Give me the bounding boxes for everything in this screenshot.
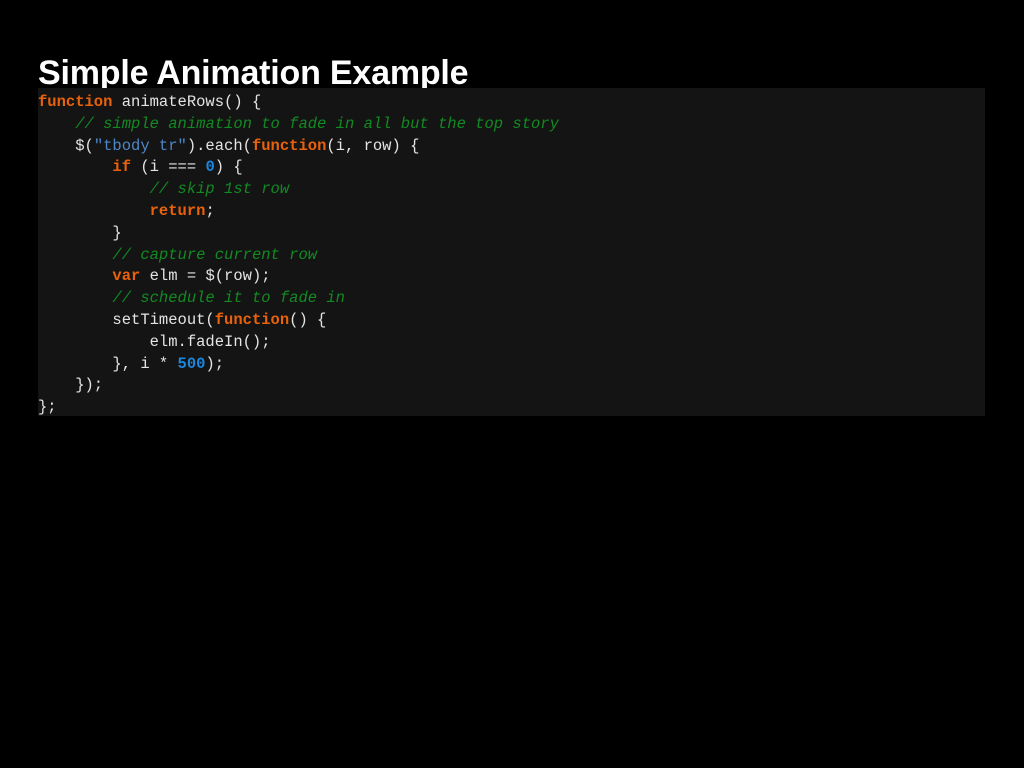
- code-token-plain: ).each(: [186, 136, 252, 155]
- code-token-string: "tbody tr": [93, 136, 187, 155]
- code-line: function animateRows() {: [38, 92, 985, 114]
- code-line: return;: [38, 201, 985, 223]
- code-token-comment: // simple animation to fade in all but t…: [75, 114, 559, 133]
- code-token-comment: // skip 1st row: [149, 180, 290, 199]
- code-line: }, i * 500);: [38, 354, 985, 376]
- code-token-plain: }, i *: [38, 354, 178, 373]
- code-token-keyword: return: [149, 201, 206, 220]
- code-token-plain: elm = $(row);: [140, 267, 271, 286]
- code-token-keyword: function: [38, 93, 113, 111]
- code-line: // schedule it to fade in: [38, 288, 985, 310]
- code-token-comment: // capture current row: [112, 245, 318, 264]
- code-line: var elm = $(row);: [38, 266, 985, 288]
- code-token-plain: () {: [289, 310, 327, 329]
- code-token-plain: );: [205, 354, 225, 373]
- code-line: $("tbody tr").each(function(i, row) {: [38, 136, 985, 158]
- code-line: if (i === 0) {: [38, 157, 985, 179]
- code-token-plain: $(: [38, 136, 94, 155]
- code-listing: function animateRows() { // simple anima…: [38, 92, 985, 416]
- code-token-plain: });: [38, 376, 104, 395]
- code-token-comment: // schedule it to fade in: [112, 289, 345, 308]
- code-token-plain: elm.fadeIn();: [38, 332, 271, 351]
- code-line: setTimeout(function() {: [38, 310, 985, 332]
- code-line: // simple animation to fade in all but t…: [38, 114, 985, 136]
- slide-root: Simple Animation Example function animat…: [0, 0, 1024, 768]
- code-token-plain: }: [38, 223, 122, 242]
- code-line: elm.fadeIn();: [38, 332, 985, 354]
- code-token-plain: ;: [205, 201, 215, 220]
- code-token-plain: (i ===: [131, 158, 206, 177]
- code-token-plain: animateRows() {: [112, 93, 262, 111]
- code-line: });: [38, 375, 985, 397]
- code-line: }: [38, 223, 985, 245]
- code-token-number: 0: [205, 158, 215, 177]
- code-line: // capture current row: [38, 245, 985, 267]
- code-token-keyword: function: [251, 136, 327, 155]
- code-token-keyword: if: [112, 158, 132, 177]
- code-line: // skip 1st row: [38, 179, 985, 201]
- code-line: };: [38, 397, 985, 416]
- code-token-number: 500: [177, 354, 206, 373]
- code-token-keyword: function: [214, 310, 290, 329]
- code-token-plain: (i, row) {: [326, 136, 420, 155]
- code-token-plain: ) {: [214, 158, 243, 177]
- code-block: function animateRows() { // simple anima…: [38, 88, 985, 416]
- code-token-plain: setTimeout(: [38, 310, 215, 329]
- code-token-keyword: var: [112, 267, 141, 286]
- code-token-plain: };: [38, 398, 57, 416]
